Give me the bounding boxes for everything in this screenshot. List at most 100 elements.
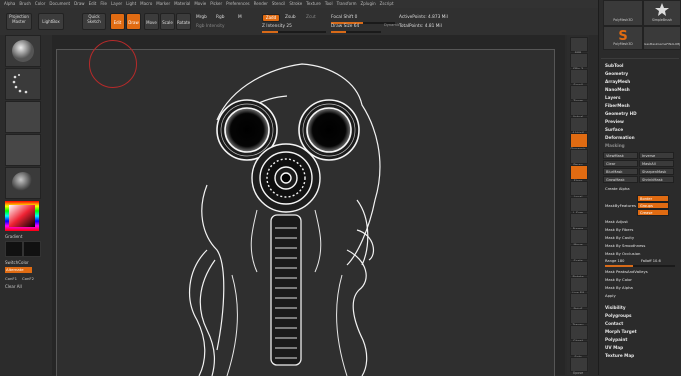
tool-thumb-simplebrush[interactable]: SimpleBrush [643, 0, 681, 26]
color-picker[interactable] [5, 201, 39, 231]
menu-item-movie[interactable]: Movie [194, 1, 206, 6]
range-track[interactable] [605, 265, 675, 267]
tray-geometry[interactable]: Geometry [605, 71, 628, 76]
scale-button[interactable]: Scale [160, 13, 175, 30]
menu-item-light[interactable]: Light [126, 1, 136, 6]
zadd-button[interactable]: Zadd [262, 14, 280, 22]
alternate-button[interactable]: Alternate [5, 267, 32, 273]
menu-item-tool[interactable]: Tool [325, 1, 333, 6]
shelf-button-bpr[interactable] [570, 37, 588, 52]
mask-btn-sharpenmask[interactable]: SharpenMask [639, 168, 674, 175]
mask-by-features-button[interactable]: MaskByFeatures [605, 203, 636, 208]
rgb-intensity-slider[interactable]: Rgb Intensity [196, 24, 225, 29]
mask-item-mask-peaksandvalleys[interactable]: Mask PeaksAndValleys [605, 269, 648, 274]
shelf-button-scroll[interactable] [570, 69, 588, 84]
projection-master-button[interactable]: Projection Master [6, 13, 32, 30]
alpha-selector[interactable] [5, 101, 41, 133]
shelf-button-persp[interactable] [570, 149, 588, 164]
menu-item-alpha[interactable]: Alpha [4, 1, 15, 6]
tray-preview[interactable]: Preview [605, 119, 624, 124]
mask-item-mask-by-occlusion[interactable]: Mask By Occlusion [605, 251, 640, 256]
mask-btn-clear[interactable]: Clear [603, 160, 638, 167]
menu-item-macro[interactable]: Macro [140, 1, 152, 6]
tray-geometry-hd[interactable]: Geometry HD [605, 111, 637, 116]
tray-subtool[interactable]: SubTool [605, 63, 623, 68]
tool-thumb-polymesh-2[interactable]: S PolyMesh3D [603, 26, 643, 50]
mask-btn-growmask[interactable]: GrowMask [603, 176, 638, 183]
lightbox-button[interactable]: LightBox [38, 13, 64, 30]
clear-all-button[interactable]: Clear All [5, 284, 22, 289]
mask-item-mask-by-alpha[interactable]: Mask By Alpha [605, 285, 633, 290]
shelf-button-polyf[interactable] [570, 293, 588, 308]
m-toggle[interactable]: M [238, 15, 242, 20]
tray-layers[interactable]: Layers [605, 95, 621, 100]
menu-item-document[interactable]: Document [49, 1, 70, 6]
shelf-button-ghost[interactable] [570, 325, 588, 340]
shelf-button-zoom[interactable] [570, 85, 588, 100]
mask-btn-shrinkmask[interactable]: ShrinkMask [639, 176, 674, 183]
gradient-label[interactable]: Gradient [5, 234, 22, 239]
mask-btn-inverse[interactable]: Inverse [639, 152, 674, 159]
menu-item-texture[interactable]: Texture [306, 1, 321, 6]
menu-item-preferences[interactable]: Preferences [226, 1, 250, 6]
shelf-button-floor[interactable] [570, 165, 588, 180]
menu-item-file[interactable]: File [100, 1, 107, 6]
quick-sketch-button[interactable]: Quick Sketch [82, 13, 106, 30]
shelf-button-line-fill[interactable] [570, 277, 588, 292]
conf1-button[interactable]: ConF1 [5, 276, 17, 281]
zsub-button[interactable]: Zsub [285, 15, 296, 20]
tray-deformation[interactable]: Deformation [605, 135, 635, 140]
menu-item-stroke[interactable]: Stroke [289, 1, 302, 6]
mask-item-mask-by-smoothness[interactable]: Mask By Smoothness [605, 243, 645, 248]
menu-item-zscript[interactable]: Zscript [380, 1, 394, 6]
shelf-button-actual[interactable] [570, 101, 588, 116]
tray-contact[interactable]: Contact [605, 321, 623, 326]
tray-nanomesh[interactable]: NanoMesh [605, 87, 630, 92]
move-button[interactable]: Move [144, 13, 159, 30]
edit-button[interactable]: Edit [110, 13, 125, 30]
brush-selector[interactable] [5, 35, 41, 67]
switch-color-button[interactable]: SwitchColor [5, 260, 29, 265]
tool-thumb-polymesh-1[interactable]: PolyMesh3D [603, 0, 643, 26]
focal-shift-slider[interactable]: Focal Shift 0 [331, 15, 357, 20]
stroke-selector[interactable] [5, 68, 41, 100]
tray-surface[interactable]: Surface [605, 127, 623, 132]
mask-item-mask-by-cavity[interactable]: Mask By Cavity [605, 235, 634, 240]
tray-visibility[interactable]: Visibility [605, 305, 626, 310]
mask-btn-blurmask[interactable]: BlurMask [603, 168, 638, 175]
menu-item-stencil[interactable]: Stencil [272, 1, 286, 6]
tray-texture-map[interactable]: Texture Map [605, 353, 634, 358]
texture-selector[interactable] [5, 134, 41, 166]
menu-item-layer[interactable]: Layer [111, 1, 122, 6]
shelf-button-local[interactable] [570, 181, 588, 196]
tray-polypaint[interactable]: Polypaint [605, 337, 627, 342]
mask-item-mask-adjust[interactable]: Mask Adjust [605, 219, 628, 224]
draw-size-track[interactable] [331, 31, 381, 33]
menu-item-edit[interactable]: Edit [89, 1, 97, 6]
tool-thumb-gasmask[interactable]: GasMaskGameFINALOBJ [643, 26, 681, 50]
tray-morph-target[interactable]: Morph Target [605, 329, 637, 334]
canvas-viewport[interactable] [56, 40, 555, 376]
secondary-color-swatch[interactable] [23, 241, 41, 257]
rotate-button[interactable]: Rotate [176, 13, 191, 30]
menu-item-transform[interactable]: Transform [337, 1, 357, 6]
menu-item-brush[interactable]: Brush [19, 1, 31, 6]
shelf-button-transp[interactable] [570, 309, 588, 324]
feature-crease[interactable]: Crease [637, 209, 669, 216]
shelf-button-spix-3[interactable] [570, 53, 588, 68]
z-intensity-slider[interactable]: Z Intensity 25 [262, 24, 292, 29]
dynamic-toggle[interactable]: Dynamic [384, 23, 400, 27]
shelf-button-scale[interactable] [570, 245, 588, 260]
create-alpha-button[interactable]: Create Alpha [605, 186, 630, 191]
mask-btn-maskall[interactable]: MaskAll [639, 160, 674, 167]
shelf-button-xpose[interactable] [570, 357, 588, 372]
rgb-toggle[interactable]: Rgb [216, 15, 224, 20]
menu-item-color[interactable]: Color [35, 1, 45, 6]
menu-item-zplugin[interactable]: Zplugin [361, 1, 376, 6]
mask-item-apply[interactable]: Apply [605, 293, 616, 298]
mask-btn-viewmask[interactable]: ViewMask [603, 152, 638, 159]
menu-item-marker[interactable]: Marker [156, 1, 170, 6]
mask-item-mask-by-fibers[interactable]: Mask By Fibers [605, 227, 633, 232]
shelf-button-l-sym[interactable] [570, 197, 588, 212]
menu-item-render[interactable]: Render [254, 1, 268, 6]
